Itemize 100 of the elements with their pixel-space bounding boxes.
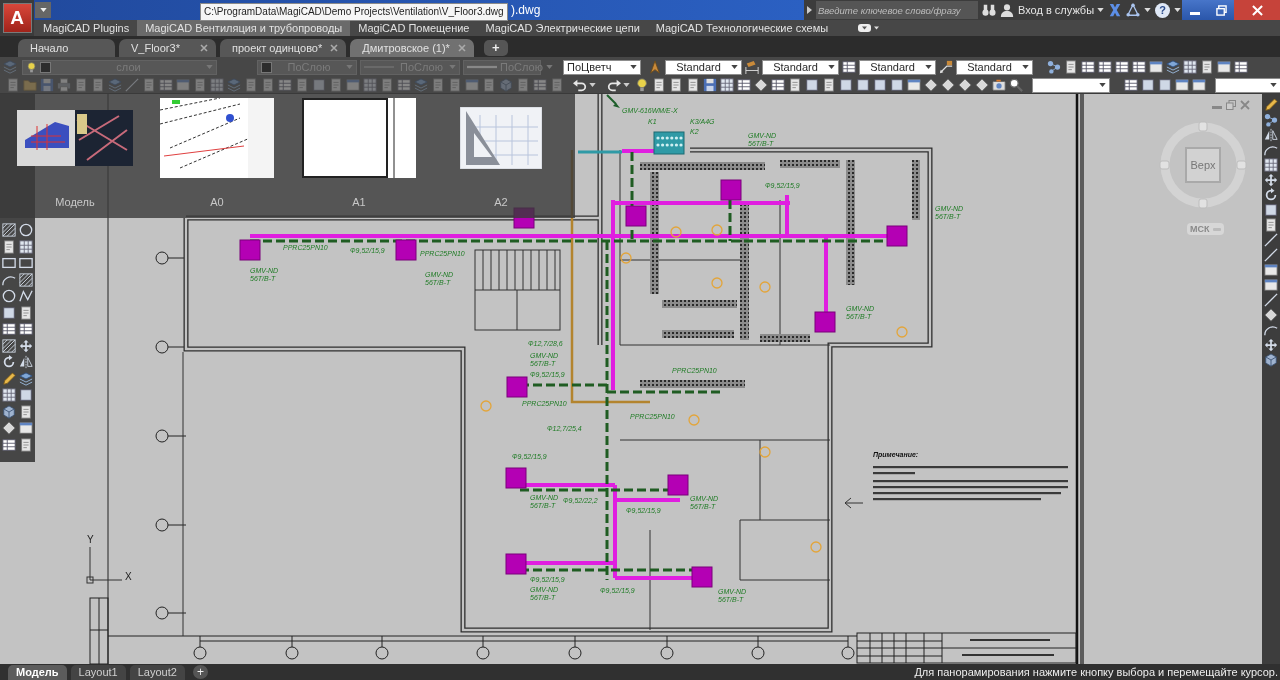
multileader-style-dropdown[interactable]: Standard [956, 59, 1033, 75]
move-arrows-icon[interactable] [18, 338, 33, 353]
visual-style-dropdown[interactable] [1215, 77, 1280, 93]
page-icon[interactable] [788, 78, 802, 92]
magnifier-icon[interactable] [1009, 78, 1023, 92]
minimize-button[interactable] [1182, 0, 1208, 20]
page-icon[interactable] [18, 437, 33, 452]
table-icon[interactable] [737, 78, 751, 92]
layers-icon[interactable] [18, 371, 33, 386]
sheet-thumbnail[interactable] [302, 98, 416, 178]
square-icon[interactable] [805, 78, 819, 92]
page-icon[interactable] [686, 78, 700, 92]
rectangle-icon[interactable] [1, 256, 16, 271]
page-icon[interactable] [1264, 218, 1278, 232]
square-icon[interactable] [873, 78, 887, 92]
table-icon[interactable] [1234, 60, 1248, 74]
compass-marker-icon[interactable] [1159, 160, 1170, 170]
window-icon[interactable] [1264, 278, 1278, 292]
pencil-icon[interactable] [1, 371, 16, 386]
window-icon[interactable] [1175, 78, 1189, 92]
compass-marker-icon[interactable] [1198, 198, 1208, 209]
circle-icon[interactable] [18, 223, 33, 238]
window-icon[interactable] [18, 421, 33, 436]
line-icon[interactable] [1264, 248, 1278, 262]
page-icon[interactable] [18, 305, 33, 320]
text-style-dropdown[interactable]: Standard [665, 59, 742, 75]
window-icon[interactable] [907, 78, 921, 92]
user-icon[interactable] [1000, 3, 1014, 17]
page-icon[interactable] [1064, 60, 1078, 74]
quick-access-button[interactable] [35, 2, 51, 18]
dimension-style-dropdown[interactable]: Standard [762, 59, 839, 75]
layout-tab[interactable]: Layout1 [70, 664, 126, 680]
hatch-icon[interactable] [1, 223, 16, 238]
cross-logo-icon[interactable] [1108, 3, 1123, 17]
window-icon[interactable] [1149, 60, 1163, 74]
table-icon[interactable] [1098, 60, 1112, 74]
arc-icon[interactable] [1264, 323, 1278, 337]
ribbon-tab[interactable]: MagiCAD Plugins [35, 20, 138, 36]
move-arrows-icon[interactable] [1264, 173, 1278, 187]
binoculars-icon[interactable] [982, 3, 996, 17]
rotate-icon[interactable] [1, 355, 16, 370]
line-icon[interactable] [1264, 233, 1278, 247]
pencil-icon[interactable] [1264, 98, 1278, 112]
table-icon[interactable] [1, 322, 16, 337]
search-field[interactable]: Введите ключевое слово/фразу [816, 1, 978, 19]
page-icon[interactable] [1, 239, 16, 254]
rectangle-icon[interactable] [18, 256, 33, 271]
window-icon[interactable] [1264, 263, 1278, 277]
file-tab[interactable]: проект одинцово* [220, 39, 347, 57]
page-icon[interactable] [669, 78, 683, 92]
node-graph-icon[interactable] [1047, 60, 1061, 74]
table-icon[interactable] [1132, 60, 1146, 74]
ribbon-tab[interactable]: MagiCAD Технологические схемы [647, 20, 837, 36]
help-button[interactable]: ? [1155, 2, 1171, 18]
layers-icon[interactable] [1166, 60, 1180, 74]
square-icon[interactable] [839, 78, 853, 92]
line-icon[interactable] [1264, 293, 1278, 307]
table-style-dropdown[interactable]: Standard [859, 59, 936, 75]
new-tab-button[interactable]: + [483, 40, 508, 56]
leader-icon[interactable] [939, 60, 953, 74]
close-button[interactable] [1234, 0, 1280, 20]
move-arrows-icon[interactable] [1264, 338, 1278, 352]
diamond-icon[interactable] [1, 421, 16, 436]
file-tab[interactable]: Начало [18, 39, 115, 57]
grid-icon[interactable] [720, 78, 734, 92]
compass-marker-icon[interactable] [1236, 160, 1247, 170]
pen-nib-icon[interactable] [648, 60, 662, 74]
table-icon[interactable] [842, 60, 856, 74]
restore-button[interactable] [1208, 0, 1234, 20]
grid-icon[interactable] [1264, 158, 1278, 172]
square-icon[interactable] [18, 388, 33, 403]
table-icon[interactable] [771, 78, 785, 92]
hatch-icon[interactable] [1, 338, 16, 353]
layout-tab[interactable]: Модель [8, 664, 67, 680]
window-icon[interactable] [1217, 60, 1231, 74]
caret-icon[interactable] [1144, 8, 1152, 12]
application-menu-button[interactable]: A [2, 3, 32, 33]
compass-marker-icon[interactable] [1198, 121, 1208, 132]
sign-in-link[interactable]: Вход в службы [1018, 4, 1105, 16]
page-icon[interactable] [652, 78, 666, 92]
expand-arrow-icon[interactable] [807, 6, 812, 14]
table-icon[interactable] [1, 437, 16, 452]
page-icon[interactable] [18, 404, 33, 419]
ribbon-tab[interactable]: MagiCAD Вентиляция и трубопроводы [137, 20, 351, 36]
square-icon[interactable] [1141, 78, 1155, 92]
window-icon[interactable] [1192, 78, 1206, 92]
add-layout-button[interactable]: + [192, 665, 208, 679]
square-icon[interactable] [890, 78, 904, 92]
caret-icon[interactable] [1174, 8, 1182, 12]
hatch-icon[interactable] [18, 272, 33, 287]
cube-icon[interactable] [1264, 353, 1278, 367]
close-icon[interactable] [330, 44, 339, 52]
dimension-icon[interactable] [745, 60, 759, 74]
grid-icon[interactable] [18, 239, 33, 254]
table-icon[interactable] [18, 322, 33, 337]
mirror-icon[interactable] [1264, 128, 1278, 142]
ribbon-options-icon[interactable] [858, 23, 881, 33]
undo-button[interactable] [571, 77, 598, 93]
diamond-icon[interactable] [1264, 308, 1278, 322]
model-thumbnail[interactable] [17, 110, 133, 166]
